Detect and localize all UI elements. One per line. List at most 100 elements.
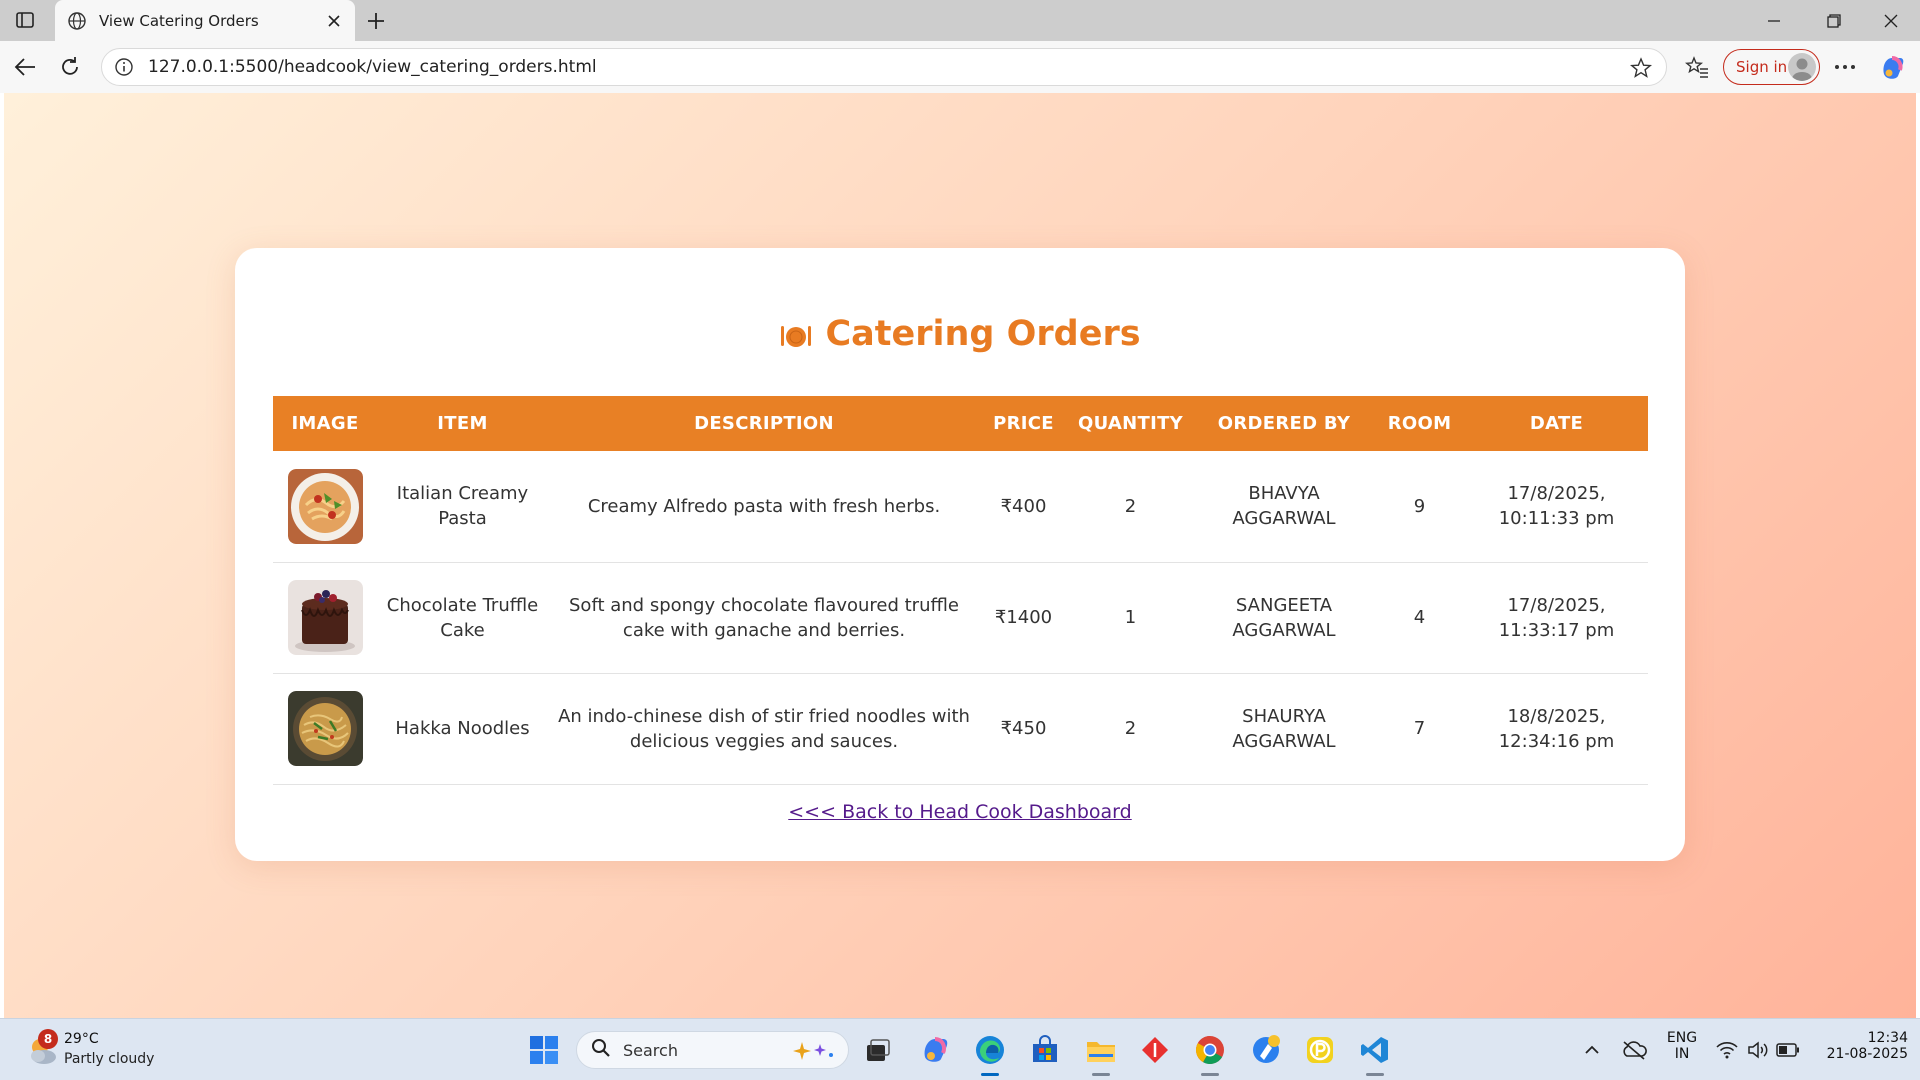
vscode-icon[interactable]: [1357, 1032, 1393, 1068]
weather-alert-badge: 8: [38, 1029, 58, 1049]
description-cell: Creamy Alfredo pasta with fresh herbs.: [587, 495, 941, 517]
ordered-by-cell: SHAURYA AGGARWAL: [1232, 705, 1336, 752]
table-row: Italian Creamy Pasta Creamy Alfredo past…: [273, 451, 1648, 562]
taskbar-search-box[interactable]: Search: [576, 1031, 849, 1069]
close-window-icon[interactable]: [1863, 0, 1919, 41]
reload-icon[interactable]: [54, 51, 86, 83]
image-cell: [273, 451, 377, 562]
image-cell: [273, 673, 377, 784]
column-header: PRICE: [993, 413, 1054, 434]
column-header: DESCRIPTION: [694, 413, 834, 434]
column-header: QUANTITY: [1077, 413, 1184, 434]
item-cell: Chocolate Truffle Cake: [386, 594, 539, 641]
weather-widget[interactable]: 8 29°C Partly cloudy: [22, 1029, 182, 1073]
page-title-text: Catering Orders: [825, 314, 1141, 354]
address-bar[interactable]: 127.0.0.1:5500/headcook/view_catering_or…: [101, 48, 1667, 86]
table-row: Hakka Noodles An indo-chinese dish of st…: [273, 673, 1648, 784]
orders-card: Catering Orders IMAGE ITEM DESCRIPTION P…: [235, 248, 1685, 861]
language-indicator[interactable]: ENG IN: [1664, 1030, 1700, 1062]
quantity-cell: 1: [1124, 607, 1137, 628]
plate-cutlery-icon: [779, 320, 813, 350]
edge-active-indicator: [981, 1073, 999, 1076]
date-cell: 17/8/2025, 10:11:33 pm: [1498, 483, 1615, 530]
chrome-browser-icon[interactable]: [1192, 1032, 1228, 1068]
globe-icon: [67, 11, 87, 31]
ordered-by-cell: SANGEETA AGGARWAL: [1232, 594, 1336, 641]
language-code: ENG: [1666, 1030, 1698, 1046]
column-header: DATE: [1529, 413, 1584, 434]
git-app-icon[interactable]: [1137, 1032, 1173, 1068]
favorite-star-icon[interactable]: [1629, 57, 1653, 79]
file-explorer-icon[interactable]: [1083, 1032, 1119, 1068]
weather-condition-text: Partly cloudy: [64, 1051, 155, 1067]
edge-browser-icon[interactable]: [972, 1032, 1008, 1068]
browser-tab-bar: View Catering Orders: [0, 0, 1920, 41]
date-cell: 18/8/2025, 12:34:16 pm: [1498, 705, 1615, 752]
onedrive-offline-icon[interactable]: [1616, 1032, 1652, 1068]
vscode-active-indicator: [1366, 1073, 1384, 1076]
room-cell: 9: [1413, 495, 1426, 517]
item-cell: Italian Creamy Pasta: [396, 483, 529, 530]
python-idle-icon[interactable]: [1248, 1032, 1284, 1068]
back-link-container: <<< Back to Head Cook Dashboard: [235, 801, 1685, 823]
task-view-icon[interactable]: [859, 1032, 895, 1068]
image-cell: [273, 562, 377, 673]
region-code: IN: [1674, 1046, 1690, 1062]
date-cell: 17/8/2025, 11:33:17 pm: [1498, 594, 1615, 641]
table-header-row: IMAGE ITEM DESCRIPTION PRICE QUANTITY OR…: [273, 396, 1648, 451]
new-tab-button[interactable]: [362, 8, 390, 34]
copilot-icon[interactable]: [1879, 53, 1907, 81]
quantity-cell: 2: [1124, 718, 1137, 739]
chrome-active-indicator: [1201, 1073, 1219, 1076]
minimize-icon[interactable]: [1746, 0, 1802, 41]
pasta-image: [287, 468, 363, 544]
search-label: Search: [623, 1040, 678, 1060]
item-cell: Hakka Noodles: [395, 718, 530, 739]
description-cell: An indo-chinese dish of stir fried noodl…: [558, 705, 970, 752]
battery-icon[interactable]: [1770, 1032, 1806, 1068]
windows-taskbar: 8 29°C Partly cloudy Search ENG IN 12:34…: [0, 1018, 1920, 1080]
noodles-image: [287, 691, 363, 766]
temperature-text: 29°C: [64, 1031, 99, 1047]
back-arrow-icon[interactable]: [9, 51, 41, 83]
price-cell: ₹400: [1000, 495, 1047, 517]
search-icon: [591, 1038, 611, 1062]
start-windows-icon[interactable]: [526, 1032, 562, 1068]
price-cell: ₹450: [1000, 718, 1047, 739]
table-row: Chocolate Truffle Cake Soft and spongy c…: [273, 562, 1648, 673]
ordered-by-cell: BHAVYA AGGARWAL: [1232, 483, 1336, 530]
tab-actions-icon[interactable]: [12, 8, 38, 32]
clock-date: 21-08-2025: [1826, 1046, 1908, 1062]
tab-title: View Catering Orders: [99, 11, 259, 30]
clock[interactable]: 12:34 21-08-2025: [1812, 1030, 1908, 1062]
more-options-icon[interactable]: [1831, 53, 1859, 81]
orders-table: IMAGE ITEM DESCRIPTION PRICE QUANTITY OR…: [273, 396, 1648, 785]
site-info-icon[interactable]: [114, 57, 134, 77]
restore-icon[interactable]: [1806, 0, 1862, 41]
profile-avatar-icon: [1788, 53, 1816, 81]
copilot-app-icon[interactable]: [918, 1032, 954, 1068]
explorer-active-indicator: [1092, 1073, 1110, 1076]
chocolate-cake-image: [287, 580, 363, 655]
page-viewport: Catering Orders IMAGE ITEM DESCRIPTION P…: [4, 93, 1916, 1018]
description-cell: Soft and spongy chocolate flavoured truf…: [569, 594, 959, 641]
column-header: ITEM: [437, 413, 488, 434]
sign-in-button[interactable]: Sign in: [1723, 49, 1820, 85]
column-header: ORDERED BY: [1217, 413, 1351, 434]
sign-in-label: Sign in: [1736, 58, 1788, 76]
quantity-cell: 2: [1124, 495, 1137, 517]
browser-tab-active[interactable]: View Catering Orders: [55, 0, 355, 41]
price-cell: ₹1400: [994, 607, 1053, 628]
close-tab-icon[interactable]: [325, 12, 343, 30]
show-hidden-icons-chevron-icon[interactable]: [1574, 1032, 1610, 1068]
p-app-icon[interactable]: [1302, 1032, 1338, 1068]
url-text[interactable]: 127.0.0.1:5500/headcook/view_catering_or…: [148, 57, 597, 77]
browser-toolbar: 127.0.0.1:5500/headcook/view_catering_or…: [0, 41, 1920, 93]
back-to-dashboard-link[interactable]: <<< Back to Head Cook Dashboard: [788, 801, 1131, 823]
column-header: IMAGE: [291, 413, 359, 434]
clock-time: 12:34: [1867, 1030, 1908, 1046]
microsoft-store-icon[interactable]: [1027, 1032, 1063, 1068]
favorites-icon[interactable]: [1683, 53, 1711, 81]
room-cell: 4: [1413, 607, 1426, 628]
column-header: ROOM: [1387, 413, 1452, 434]
